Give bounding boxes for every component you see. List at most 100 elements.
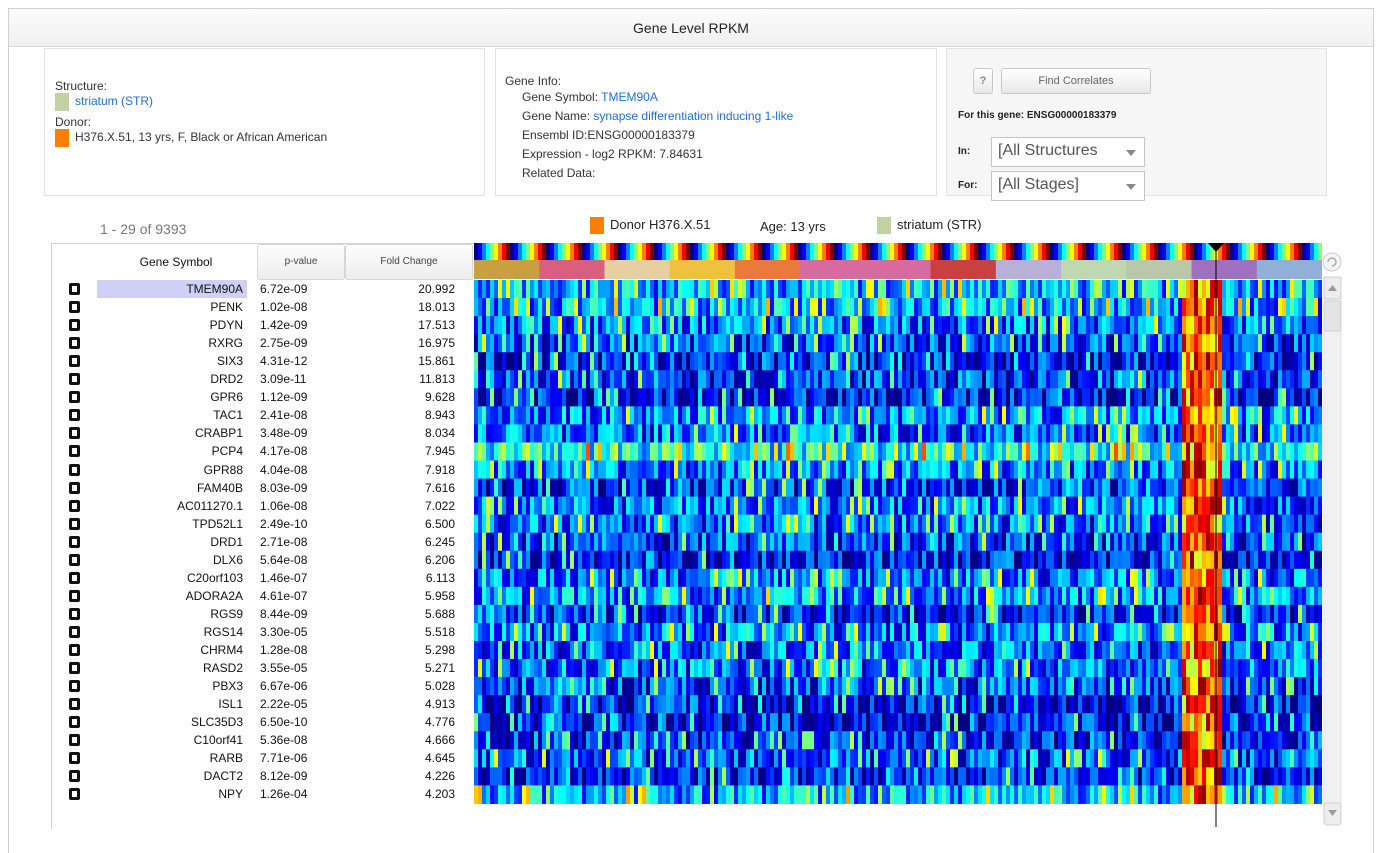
table-row[interactable]: NPY 1.26e-04 4.203 <box>52 785 475 803</box>
table-row[interactable]: FAM40B 8.03e-09 7.616 <box>52 479 475 497</box>
heatmap-svg[interactable] <box>474 243 1323 827</box>
gene-name-link[interactable]: synapse differentiation inducing 1-like <box>593 109 793 123</box>
table-row[interactable]: RASD2 3.55e-05 5.271 <box>52 659 475 677</box>
checkbox-icon[interactable] <box>69 625 80 638</box>
checkbox-icon[interactable] <box>69 283 80 295</box>
gene-symbol-cell[interactable]: TAC1 <box>97 406 247 424</box>
table-row[interactable]: GPR88 4.04e-08 7.918 <box>52 461 475 479</box>
checkbox-icon[interactable] <box>69 445 80 458</box>
checkbox-icon[interactable] <box>69 644 80 656</box>
checkbox-icon[interactable] <box>69 481 80 494</box>
gene-symbol-cell[interactable]: PENK <box>97 298 247 316</box>
gene-symbol-cell[interactable]: RARB <box>97 749 247 767</box>
gene-symbol-cell[interactable]: RASD2 <box>97 659 247 677</box>
table-row[interactable]: DRD2 3.09e-11 11.813 <box>52 370 475 388</box>
scroll-up-icon[interactable] <box>1323 276 1342 300</box>
help-button[interactable]: ? <box>973 68 993 94</box>
gene-symbol-cell[interactable]: RXRG <box>97 334 247 352</box>
checkbox-icon[interactable] <box>69 517 80 530</box>
refresh-icon[interactable] <box>1322 252 1342 272</box>
scroll-down-icon[interactable] <box>1323 802 1342 826</box>
gene-symbol-cell[interactable]: ISL1 <box>97 695 247 713</box>
gene-symbol-cell[interactable]: RGS14 <box>97 623 247 641</box>
table-row[interactable]: DACT2 8.12e-09 4.226 <box>52 767 475 785</box>
column-header-fold-change[interactable]: Fold Change <box>345 244 473 280</box>
table-row[interactable]: DLX6 5.64e-08 6.206 <box>52 551 475 569</box>
gene-symbol-cell[interactable]: NPY <box>97 785 247 803</box>
structure-link[interactable]: striatum (STR) <box>75 94 153 108</box>
gene-symbol-cell[interactable]: DRD2 <box>97 370 247 388</box>
scrollbar[interactable] <box>1322 243 1342 827</box>
table-row[interactable]: AC011270.1 1.06e-08 7.022 <box>52 497 475 515</box>
find-correlates-button[interactable]: Find Correlates <box>1001 68 1151 94</box>
checkbox-icon[interactable] <box>69 698 80 711</box>
checkbox-icon[interactable] <box>69 355 80 368</box>
gene-symbol-cell[interactable]: CRABP1 <box>97 424 247 442</box>
gene-symbol-cell[interactable]: AC011270.1 <box>97 497 247 515</box>
checkbox-icon[interactable] <box>69 607 80 620</box>
table-row[interactable]: ISL1 2.22e-05 4.913 <box>52 695 475 713</box>
checkbox-icon[interactable] <box>69 734 80 747</box>
column-header-pvalue[interactable]: p-value <box>257 244 345 280</box>
checkbox-icon[interactable] <box>69 589 80 602</box>
table-row[interactable]: CHRM4 1.28e-08 5.298 <box>52 641 475 659</box>
gene-symbol-cell[interactable]: C10orf41 <box>97 731 247 749</box>
gene-symbol-cell[interactable]: SLC35D3 <box>97 713 247 731</box>
column-header-gene-symbol[interactable]: Gene Symbol <box>97 244 255 280</box>
checkbox-icon[interactable] <box>69 391 80 404</box>
checkbox-icon[interactable] <box>69 301 80 314</box>
gene-symbol-link[interactable]: TMEM90A <box>601 90 658 104</box>
gene-symbol-cell[interactable]: DRD1 <box>97 533 247 551</box>
gene-symbol-cell[interactable]: PCP4 <box>97 442 247 460</box>
heatmap[interactable] <box>474 243 1323 827</box>
gene-symbol-cell[interactable]: TMEM90A <box>97 280 247 298</box>
scroll-thumb[interactable] <box>1323 300 1342 332</box>
gene-symbol-cell[interactable]: FAM40B <box>97 479 247 497</box>
checkbox-icon[interactable] <box>69 553 80 566</box>
table-row[interactable]: SLC35D3 6.50e-10 4.776 <box>52 713 475 731</box>
table-row[interactable]: PBX3 6.67e-06 5.028 <box>52 677 475 695</box>
table-row[interactable]: RGS14 3.30e-05 5.518 <box>52 623 475 641</box>
table-row[interactable]: PCP4 4.17e-08 7.945 <box>52 442 475 460</box>
table-row[interactable]: C10orf41 5.36e-08 4.666 <box>52 731 475 749</box>
table-row[interactable]: C20orf103 1.46e-07 6.113 <box>52 569 475 587</box>
table-row[interactable]: TAC1 2.41e-08 8.943 <box>52 406 475 424</box>
checkbox-icon[interactable] <box>69 319 80 332</box>
gene-symbol-cell[interactable]: RGS9 <box>97 605 247 623</box>
checkbox-icon[interactable] <box>69 571 80 584</box>
table-row[interactable]: RGS9 8.44e-09 5.688 <box>52 605 475 623</box>
table-row[interactable]: GPR6 1.12e-09 9.628 <box>52 388 475 406</box>
gene-symbol-cell[interactable]: PDYN <box>97 316 247 334</box>
table-row[interactable]: PDYN 1.42e-09 17.513 <box>52 316 475 334</box>
table-row[interactable]: TPD52L1 2.49e-10 6.500 <box>52 515 475 533</box>
checkbox-icon[interactable] <box>69 463 80 476</box>
checkbox-icon[interactable] <box>69 680 80 693</box>
table-row[interactable]: DRD1 2.71e-08 6.245 <box>52 533 475 551</box>
checkbox-icon[interactable] <box>69 770 80 783</box>
stage-select[interactable]: [All Stages] <box>991 171 1145 201</box>
checkbox-icon[interactable] <box>69 427 80 440</box>
table-row[interactable]: TMEM90A 6.72e-09 20.992 <box>52 280 475 298</box>
gene-symbol-cell[interactable]: CHRM4 <box>97 641 247 659</box>
gene-symbol-cell[interactable]: PBX3 <box>97 677 247 695</box>
gene-symbol-cell[interactable]: DLX6 <box>97 551 247 569</box>
checkbox-icon[interactable] <box>69 337 80 350</box>
gene-symbol-cell[interactable]: SIX3 <box>97 352 247 370</box>
gene-symbol-cell[interactable]: GPR88 <box>97 461 247 479</box>
gene-symbol-cell[interactable]: GPR6 <box>97 388 247 406</box>
checkbox-icon[interactable] <box>69 716 80 729</box>
checkbox-icon[interactable] <box>69 752 80 765</box>
checkbox-icon[interactable] <box>69 535 80 548</box>
table-row[interactable]: SIX3 4.31e-12 15.861 <box>52 352 475 370</box>
checkbox-icon[interactable] <box>69 409 80 422</box>
gene-symbol-cell[interactable]: DACT2 <box>97 767 247 785</box>
structure-select[interactable]: [All Structures <box>991 137 1145 167</box>
checkbox-icon[interactable] <box>69 788 80 801</box>
table-row[interactable]: RARB 7.71e-06 4.645 <box>52 749 475 767</box>
checkbox-icon[interactable] <box>69 662 80 675</box>
table-row[interactable]: RXRG 2.75e-09 16.975 <box>52 334 475 352</box>
table-row[interactable]: ADORA2A 4.61e-07 5.958 <box>52 587 475 605</box>
table-row[interactable]: CRABP1 3.48e-09 8.034 <box>52 424 475 442</box>
table-row[interactable]: PENK 1.02e-08 18.013 <box>52 298 475 316</box>
gene-symbol-cell[interactable]: C20orf103 <box>97 569 247 587</box>
